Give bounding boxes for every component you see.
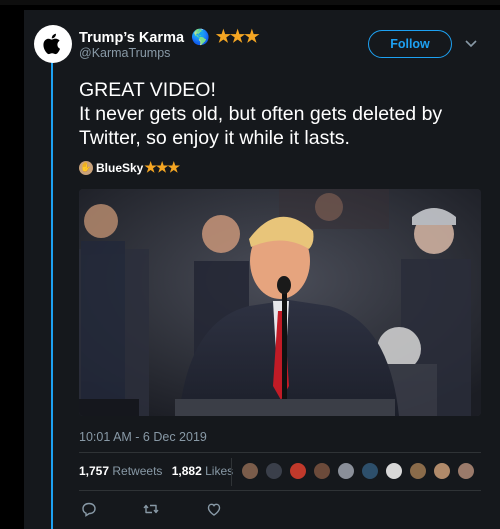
display-name-text: Trump’s Karma	[79, 30, 185, 46]
liker-avatar[interactable]	[313, 462, 331, 480]
thread-line	[51, 58, 53, 529]
action-bar	[79, 500, 259, 520]
liker-avatar[interactable]	[433, 462, 451, 480]
follow-button[interactable]: Follow	[368, 30, 452, 58]
liker-avatar[interactable]	[385, 462, 403, 480]
globe-icon: 🌎	[191, 29, 210, 46]
liker-avatar[interactable]	[265, 462, 283, 480]
liker-avatar[interactable]	[337, 462, 355, 480]
profile-avatar[interactable]	[34, 25, 72, 63]
heart-icon[interactable]	[205, 500, 223, 518]
engagement-stats: 1,757 Retweets 1,882 Likes	[79, 464, 233, 478]
video-frame	[79, 189, 481, 416]
liker-avatar[interactable]	[241, 462, 259, 480]
likes-count: 1,882	[171, 464, 202, 478]
stars-icon: ★★★	[215, 27, 260, 46]
user-handle[interactable]: @KarmaTrumps	[79, 46, 170, 60]
tweet-timestamp[interactable]: 10:01 AM - 6 Dec 2019	[79, 430, 207, 444]
apple-logo-icon	[43, 33, 60, 55]
liker-avatar[interactable]	[289, 462, 307, 480]
chevron-down-icon[interactable]	[462, 34, 480, 52]
tweet-text-line2: It never gets old, but often gets delete…	[79, 103, 443, 149]
retweets-stat[interactable]: 1,757 Retweets	[79, 464, 162, 478]
likes-label: Likes	[205, 464, 234, 478]
stats-divider	[231, 458, 232, 486]
retweets-label: Retweets	[112, 464, 163, 478]
tweet-text-line1: GREAT VIDEO!	[79, 79, 216, 101]
quoted-author-name: BlueSky	[96, 160, 144, 175]
likers-avatars	[241, 462, 481, 480]
display-name[interactable]: Trump’s Karma 🌎 ★★★	[79, 27, 260, 47]
retweets-count: 1,757	[79, 464, 110, 478]
retweet-icon[interactable]	[142, 500, 160, 518]
liker-avatar[interactable]	[457, 462, 475, 480]
video-player[interactable]	[79, 189, 481, 416]
tweet-text: GREAT VIDEO! It never gets old, but ofte…	[79, 78, 489, 150]
reply-icon[interactable]	[80, 500, 98, 518]
liker-avatar[interactable]	[361, 462, 379, 480]
divider	[79, 490, 481, 491]
top-border	[0, 0, 500, 5]
stars-icon: ★★★	[144, 159, 180, 175]
quoted-author[interactable]: ✋ BlueSky ★★★	[79, 159, 180, 176]
quoted-author-avatar: ✋	[79, 160, 93, 175]
likes-stat[interactable]: 1,882 Likes	[172, 464, 233, 478]
liker-avatar[interactable]	[409, 462, 427, 480]
divider	[79, 452, 481, 453]
